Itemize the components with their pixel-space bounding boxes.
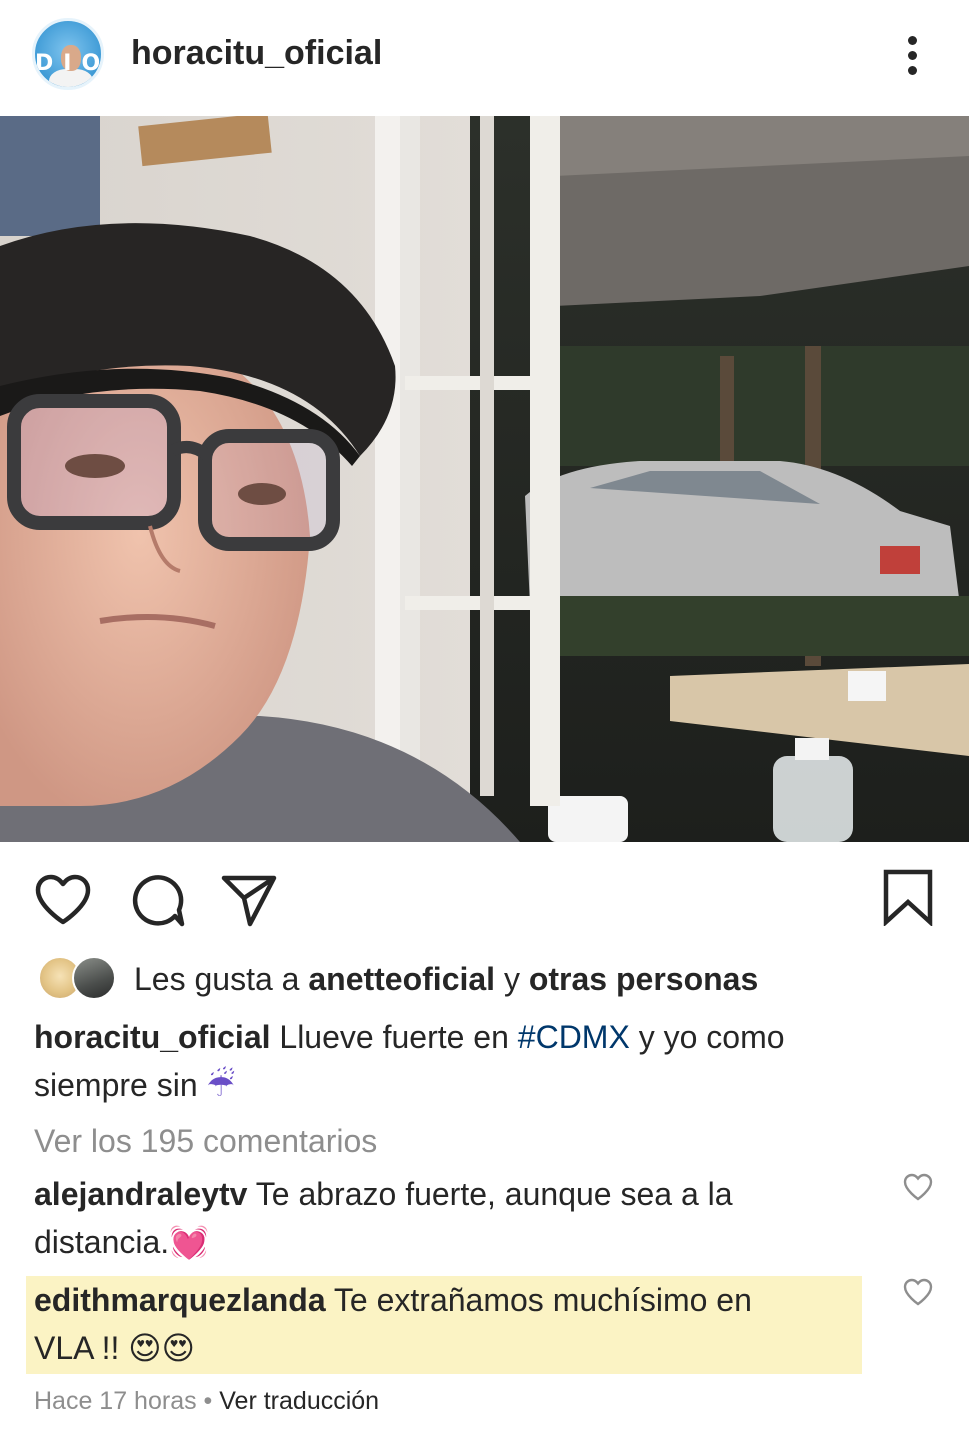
liker-avatars[interactable] (38, 956, 118, 1002)
view-comments-link[interactable]: Ver los 195 comentarios (34, 1118, 377, 1164)
comment-text-line2: VLA !! (34, 1330, 129, 1366)
comment-row: edithmarquezlanda Te extrañamos muchísim… (34, 1277, 752, 1323)
heart-eyes-emoji-icon: 😍😍 (128, 1330, 195, 1366)
meta-separator: • (196, 1387, 220, 1415)
selfie-image (0, 116, 969, 842)
profile-avatar[interactable]: DIOS (32, 18, 104, 90)
comment-username[interactable]: alejandraleytv (34, 1176, 247, 1212)
likes-others-link[interactable]: otras personas (529, 961, 758, 997)
likes-middle: y (495, 961, 529, 997)
heart-emoji-icon: 💓 (169, 1224, 210, 1260)
caption-text-cont: y yo como (629, 1019, 785, 1055)
post-timestamp: Hace 17 horas (34, 1387, 197, 1415)
post-actions-bar (0, 842, 969, 952)
comment-text: Te extrañamos muchísimo en (325, 1282, 752, 1318)
comment-like-icon[interactable] (902, 1277, 934, 1307)
comment-row-line2: VLA !! 😍😍 (34, 1325, 195, 1371)
post-meta: Hace 17 horas • Ver traducción (34, 1381, 379, 1421)
caption-text-line2: siempre sin (34, 1067, 207, 1103)
more-options-icon[interactable] (896, 30, 930, 80)
post-photo[interactable] (0, 116, 969, 842)
bookmark-icon[interactable] (882, 868, 934, 926)
comment-text: Te abrazo fuerte, aunque sea a la (247, 1176, 733, 1212)
liker-avatar (72, 956, 116, 1000)
caption: horacitu_oficial Llueve fuerte en #CDMX … (34, 1014, 785, 1060)
translate-link[interactable]: Ver traducción (219, 1387, 379, 1415)
caption-line-2: siempre sin ☔ (34, 1062, 235, 1108)
post-username[interactable]: horacitu_oficial (131, 34, 382, 73)
likes-line: Les gusta a anetteoficial y otras person… (134, 956, 758, 1002)
comment-text-line2: distancia. (34, 1224, 170, 1260)
comment-username[interactable]: edithmarquezlanda (34, 1282, 326, 1318)
share-icon[interactable] (220, 872, 278, 928)
caption-hashtag[interactable]: #CDMX (518, 1019, 630, 1055)
likes-user-link[interactable]: anetteoficial (308, 961, 495, 997)
caption-text: Llueve fuerte en (270, 1019, 518, 1055)
caption-username[interactable]: horacitu_oficial (34, 1019, 271, 1055)
likes-prefix: Les gusta a (134, 961, 309, 997)
avatar-logo-text: DIOS (35, 51, 101, 76)
comment-row: alejandraleytv Te abrazo fuerte, aunque … (34, 1171, 733, 1217)
comment-like-icon[interactable] (902, 1172, 934, 1202)
heart-icon[interactable] (34, 874, 92, 926)
post-header: DIOS horacitu_oficial (0, 0, 969, 116)
comment-icon[interactable] (129, 874, 185, 928)
umbrella-emoji-icon: ☔ (206, 1067, 236, 1103)
comment-row-line2: distancia.💓 (34, 1219, 209, 1265)
